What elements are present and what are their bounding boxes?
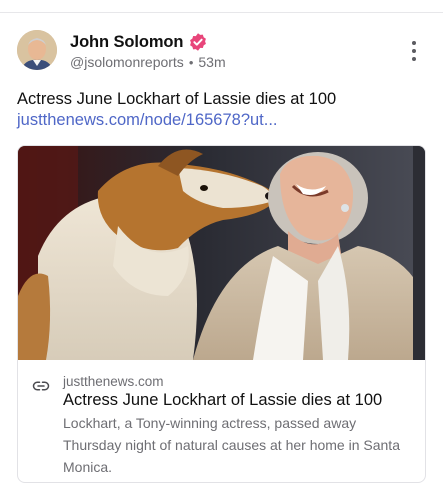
verified-badge-icon xyxy=(190,33,207,51)
author-handle[interactable]: @jsolomonreports xyxy=(70,54,184,70)
link-icon xyxy=(32,381,50,391)
author-meta: @jsolomonreports • 53m xyxy=(70,54,226,70)
post-timestamp: 53m xyxy=(198,54,226,70)
link-card-image[interactable] xyxy=(18,146,425,360)
post-link[interactable]: justthenews.com/node/165678?ut... xyxy=(17,111,278,130)
more-options-button[interactable] xyxy=(404,38,424,64)
author-display-name[interactable]: John Solomon xyxy=(70,33,183,52)
meta-separator: • xyxy=(188,54,194,70)
avatar[interactable] xyxy=(17,30,57,70)
link-card-description: Lockhart, a Tony-winning actress, passed… xyxy=(63,415,400,475)
link-card-body: justthenews.com Actress June Lockhart of… xyxy=(18,360,425,482)
link-card[interactable]: justthenews.com Actress June Lockhart of… xyxy=(17,145,426,483)
more-vertical-icon xyxy=(412,41,416,45)
link-card-title[interactable]: Actress June Lockhart of Lassie dies at … xyxy=(63,391,382,410)
link-card-domain: justthenews.com xyxy=(63,374,164,389)
post-text: Actress June Lockhart of Lassie dies at … xyxy=(17,90,337,108)
top-divider xyxy=(0,12,443,13)
author-name-row: John Solomon xyxy=(70,31,208,53)
